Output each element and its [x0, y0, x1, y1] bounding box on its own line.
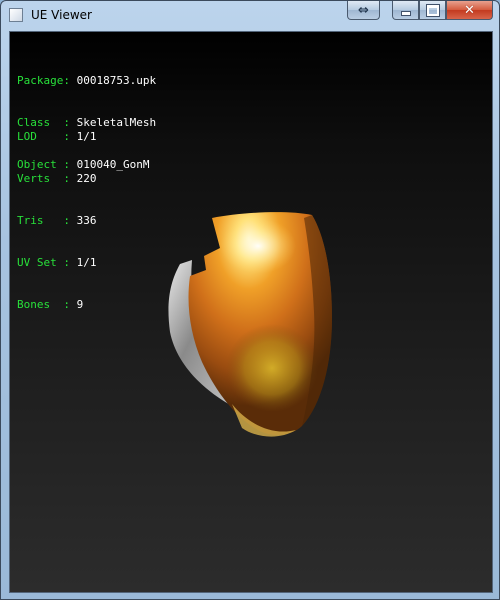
minimize-icon [400, 10, 411, 16]
toggle-view-button[interactable]: ⇔ [347, 1, 380, 20]
maximize-button[interactable] [419, 1, 446, 20]
mesh-highlight [220, 218, 296, 274]
skeletal-mesh-render[interactable] [10, 32, 493, 593]
close-button[interactable]: ✕ [446, 1, 493, 20]
maximize-icon [426, 4, 439, 16]
render-viewport[interactable]: Package: 00018753.upk Class : SkeletalMe… [9, 31, 493, 593]
minimize-button[interactable] [392, 1, 419, 20]
title-bar[interactable]: UE Viewer ⇔ ✕ [1, 1, 499, 31]
ue-viewer-window: UE Viewer ⇔ ✕ Package: 00018753.upk Clas… [0, 0, 500, 600]
window-title: UE Viewer [31, 8, 92, 22]
mesh-lower-tint [226, 324, 318, 412]
double-arrow-icon: ⇔ [358, 2, 369, 18]
close-icon: ✕ [464, 2, 475, 18]
app-icon [9, 8, 23, 22]
